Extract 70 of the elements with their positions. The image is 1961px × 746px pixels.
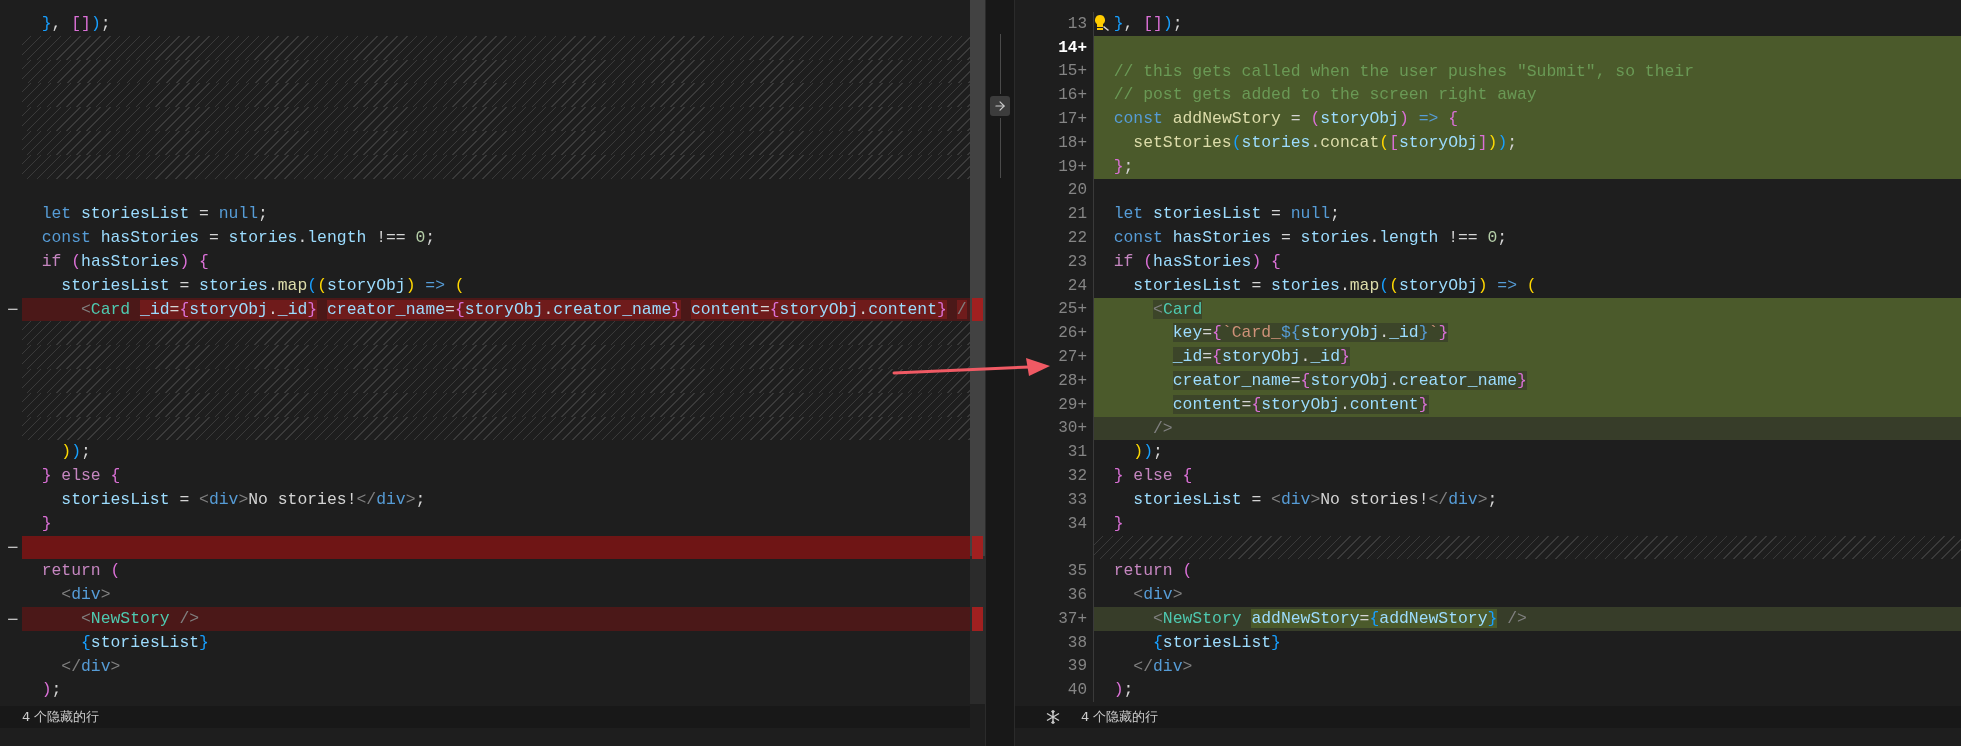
line-number: 22 xyxy=(1067,229,1087,248)
code-line: {storiesList} xyxy=(80,631,210,654)
change-marker xyxy=(972,607,983,631)
line-number: 19+ xyxy=(1058,157,1087,176)
code-line: const hasStories = stories.length !== 0; xyxy=(40,227,437,250)
code-line: if (hasStories) { xyxy=(1093,249,1961,274)
code-line: let storiesList = null; xyxy=(1093,202,1961,227)
code-line: storiesList = stories.map((storyObj) => ( xyxy=(1093,273,1961,298)
code-line: </div> xyxy=(1093,654,1961,679)
line-number: 24 xyxy=(1067,276,1087,295)
code-line: }, []); xyxy=(1093,12,1961,36)
line-number: 17+ xyxy=(1058,110,1087,129)
line-number: 26+ xyxy=(1058,324,1087,343)
line-number: 21 xyxy=(1067,205,1087,224)
line-number: 30+ xyxy=(1058,419,1087,438)
hidden-lines-label[interactable]: 4 个隐藏的行 xyxy=(22,708,100,726)
code-line: } xyxy=(1093,511,1961,536)
line-number: 27+ xyxy=(1058,348,1087,367)
swap-button[interactable] xyxy=(990,96,1010,116)
line-number: 35 xyxy=(1067,562,1087,581)
code-line: storiesList = stories.map((storyObj) => ( xyxy=(60,274,466,297)
code-line: }, []); xyxy=(40,13,112,35)
code-line: return ( xyxy=(1093,559,1961,584)
change-marker xyxy=(972,535,983,560)
line-number: 36 xyxy=(1067,586,1087,604)
line-number: 18+ xyxy=(1058,133,1087,152)
arrow-right-icon xyxy=(993,99,1007,113)
code-line: <div> xyxy=(1093,583,1961,607)
removed-marker: − xyxy=(6,609,19,628)
line-number: 28+ xyxy=(1058,371,1087,390)
line-number: 23 xyxy=(1067,252,1087,271)
scrollbar-thumb[interactable] xyxy=(970,0,985,556)
code-line: if (hasStories) { xyxy=(40,250,210,273)
code-line: storiesList = <div>No stories!</div>; xyxy=(60,488,427,511)
code-line: const hasStories = stories.length !== 0; xyxy=(1093,226,1961,250)
code-line: )); xyxy=(1093,440,1961,465)
line-number: 33 xyxy=(1067,490,1087,509)
code-line: )); xyxy=(60,441,92,464)
lightbulb-icon[interactable] xyxy=(1094,14,1110,32)
code-line: let storiesList = null; xyxy=(40,203,269,226)
line-number: 13 xyxy=(1067,14,1087,33)
line-number: 34 xyxy=(1067,514,1087,533)
code-line: ); xyxy=(1093,678,1961,703)
line-number: 37+ xyxy=(1058,609,1087,628)
removed-marker: − xyxy=(6,538,19,557)
code-line: {storiesList} xyxy=(1093,630,1961,655)
line-number: 15+ xyxy=(1058,62,1087,81)
code-line: <div> xyxy=(60,584,112,607)
line-number: 25+ xyxy=(1058,300,1087,319)
code-line: storiesList = <div>No stories!</div>; xyxy=(1093,487,1961,512)
snowflake-icon[interactable] xyxy=(1045,709,1061,725)
code-line: } else { xyxy=(1093,464,1961,488)
removed-marker: − xyxy=(6,300,19,319)
hidden-lines-label[interactable]: 4 个隐藏的行 xyxy=(1081,708,1159,726)
line-number: 31 xyxy=(1067,443,1087,462)
code-line: return ( xyxy=(40,560,122,583)
code-line: </div> xyxy=(60,655,122,678)
code-line: ); xyxy=(40,679,63,702)
line-number: 14+ xyxy=(1058,38,1087,57)
line-number: 38 xyxy=(1067,633,1087,652)
scrollbar[interactable] xyxy=(970,0,985,704)
change-marker xyxy=(972,297,983,322)
line-number: 39 xyxy=(1067,657,1087,676)
code-line: } xyxy=(40,512,53,535)
line-number: 32 xyxy=(1067,467,1087,486)
line-number: 20 xyxy=(1067,181,1087,200)
line-number: 29+ xyxy=(1058,395,1087,414)
line-number: 40 xyxy=(1067,681,1087,700)
code-line: } else { xyxy=(40,465,122,488)
line-number: 16+ xyxy=(1058,86,1087,105)
